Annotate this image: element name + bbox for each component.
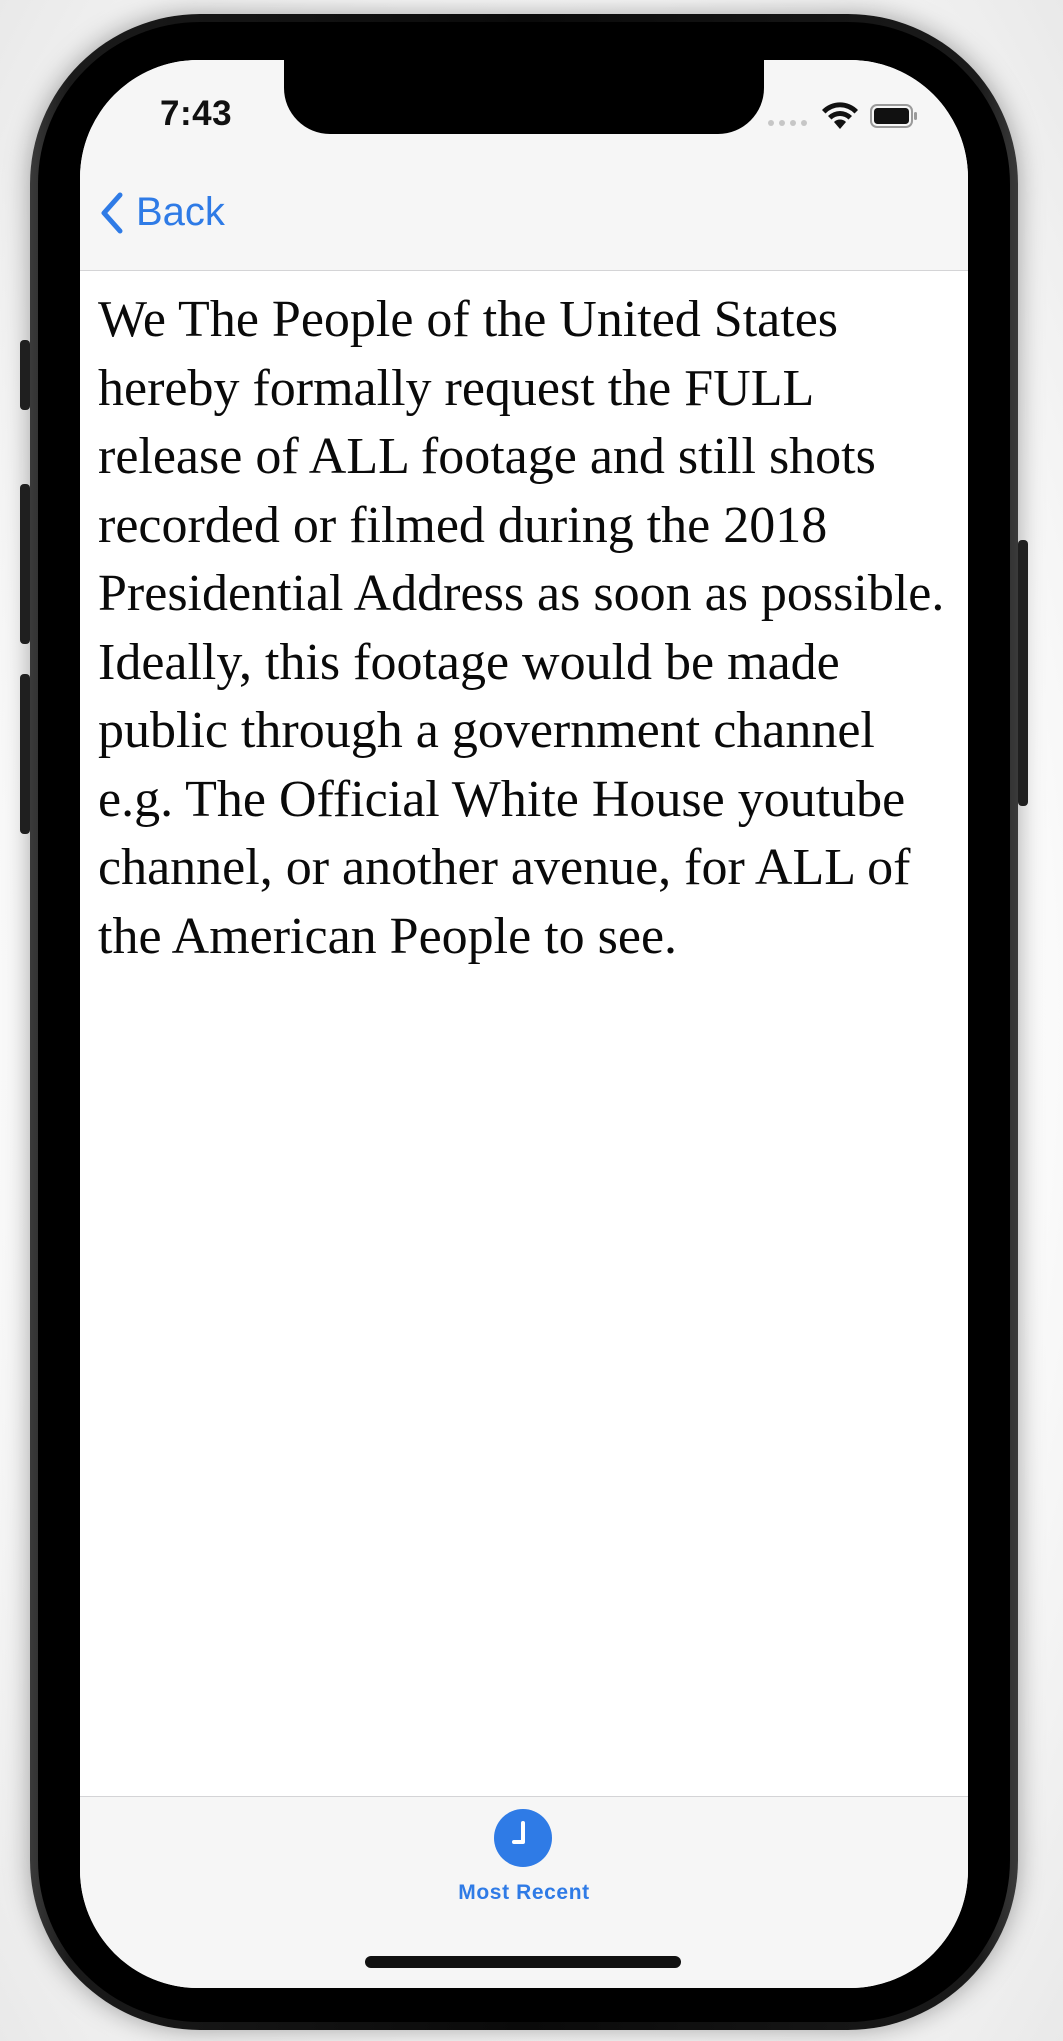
back-button[interactable]: Back (96, 190, 225, 235)
tab-label: Most Recent (458, 1881, 590, 1904)
battery-icon (870, 104, 917, 128)
home-indicator[interactable] (365, 1956, 681, 1968)
wifi-icon (822, 102, 858, 129)
chevron-left-icon (101, 192, 123, 233)
volume-down-button (20, 674, 30, 834)
back-label: Back (136, 190, 225, 234)
clock-icon (494, 1809, 552, 1867)
volume-up-button (20, 484, 30, 644)
power-button (1018, 540, 1028, 806)
notch (284, 60, 764, 134)
silent-switch (20, 340, 30, 410)
screen: 7:43 Back We The People of the United St… (80, 60, 968, 1988)
cellular-signal-icon (768, 120, 807, 126)
status-time: 7:43 (160, 94, 233, 133)
petition-text: We The People of the United States hereb… (98, 291, 945, 965)
stage: 7:43 Back We The People of the United St… (0, 0, 1063, 2041)
tab-most-recent[interactable]: Most Recent (430, 1809, 618, 1909)
